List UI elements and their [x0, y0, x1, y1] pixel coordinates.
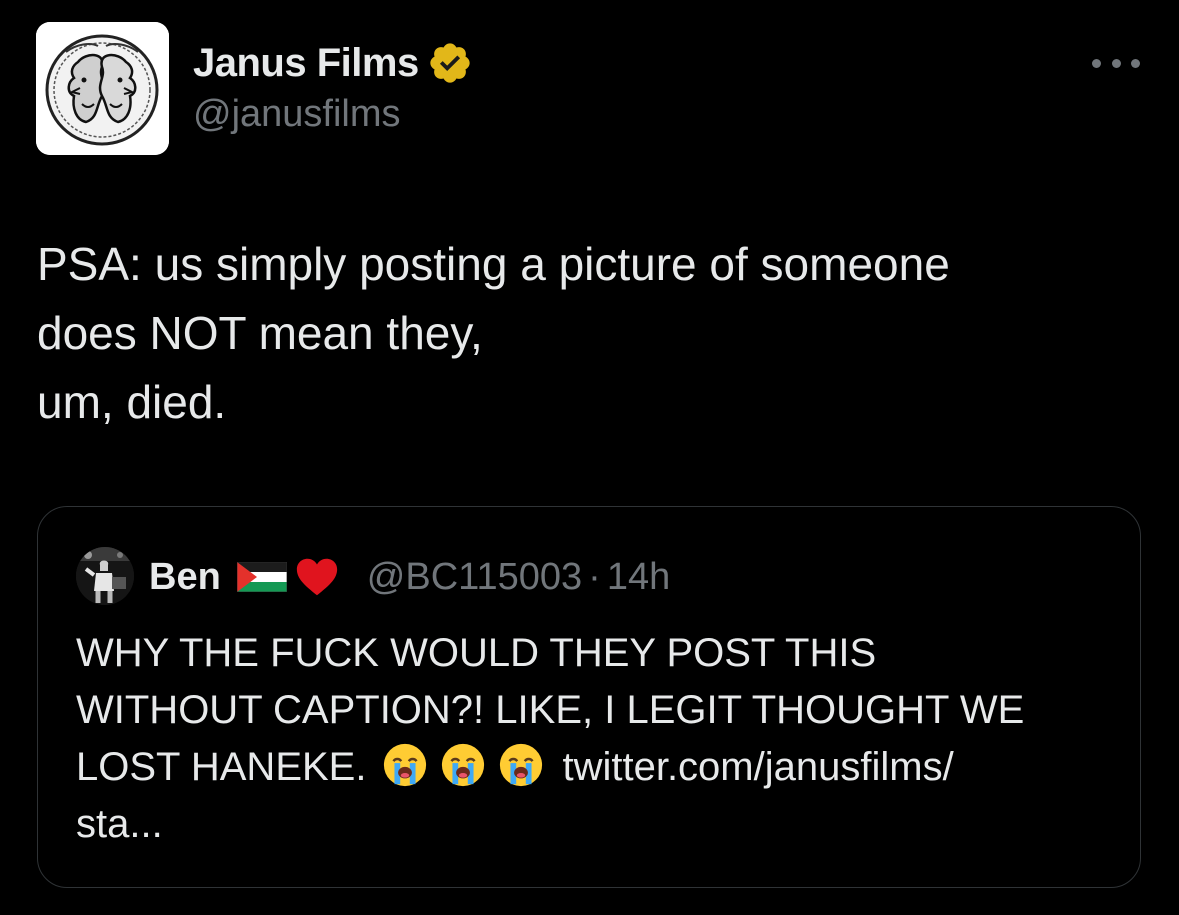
- more-dot: [1092, 58, 1101, 68]
- tweet-text: PSA: us simply posting a picture of some…: [37, 230, 1137, 437]
- more-dot: [1131, 58, 1140, 68]
- tweet-text-line: um, died.: [37, 376, 227, 428]
- quoted-display-name[interactable]: Ben: [149, 556, 221, 599]
- loudly-crying-face-icon: [498, 742, 544, 788]
- more-dot: [1111, 58, 1121, 68]
- loudly-crying-face-icon: [440, 742, 486, 788]
- quoted-author-avatar[interactable]: [76, 547, 134, 605]
- quoted-text-line: WITHOUT CAPTION?! LIKE, I LEGIT THOUGHT …: [76, 688, 1025, 732]
- author-avatar[interactable]: [36, 22, 169, 155]
- author-handle[interactable]: @janusfilms: [193, 93, 401, 136]
- quoted-text-segment: LOST HANEKE.: [76, 745, 367, 789]
- quoted-text: WHY THE FUCK WOULD THEY POST THIS WITHOU…: [76, 625, 1116, 853]
- tweet: Janus Films @janusfilms PSA: us simply p…: [0, 0, 1179, 915]
- quoted-handle[interactable]: @BC115003: [367, 556, 582, 599]
- palestine-flag-icon: [236, 561, 288, 593]
- tweet-text-line: does NOT mean they,: [37, 307, 483, 359]
- verified-badge-icon[interactable]: [427, 40, 473, 86]
- more-horizontal-icon[interactable]: [1092, 48, 1140, 78]
- author-name-row[interactable]: Janus Films: [193, 38, 473, 88]
- quoted-text-line: LOST HANEKE. twitter.com/janusfilms/: [76, 739, 1116, 796]
- performer-photo-icon: [76, 547, 134, 605]
- quoted-header: Ben @BC115003 · 14h: [149, 551, 670, 603]
- quoted-tweet[interactable]: Ben @BC115003 · 14h WHY THE FUCK WOULD T…: [37, 506, 1141, 888]
- separator-dot: ·: [588, 555, 601, 598]
- loudly-crying-face-icon: [382, 742, 428, 788]
- janus-coin-logo-icon: [36, 22, 169, 155]
- quoted-text-line: WHY THE FUCK WOULD THEY POST THIS: [76, 631, 877, 675]
- red-heart-icon: [293, 554, 341, 600]
- tweet-text-line: PSA: us simply posting a picture of some…: [37, 238, 950, 290]
- quoted-link[interactable]: twitter.com/janusfilms/: [562, 745, 953, 789]
- author-display-name[interactable]: Janus Films: [193, 41, 419, 86]
- quoted-timestamp[interactable]: 14h: [607, 556, 670, 599]
- quoted-text-line: sta...: [76, 802, 163, 846]
